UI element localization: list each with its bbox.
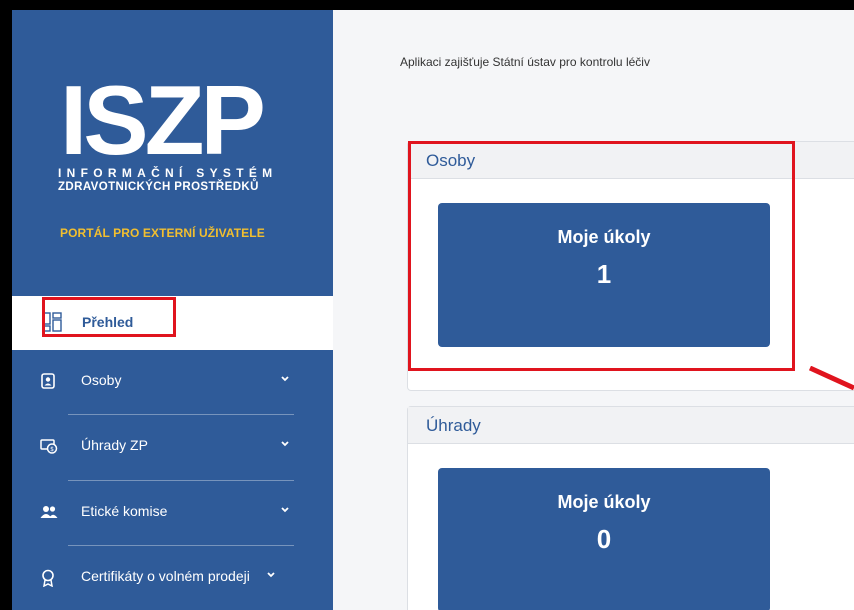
sidebar-item-label: Certifikáty o volném prodeji xyxy=(81,568,250,584)
panel-uhrady: Úhrady Moje úkoly 0 xyxy=(407,406,854,610)
users-icon xyxy=(40,504,58,520)
chevron-down-icon xyxy=(280,503,290,517)
chevron-down-icon xyxy=(266,568,276,582)
panel-header: Úhrady xyxy=(408,407,854,444)
logo-wordmark: ISZP xyxy=(60,65,266,175)
portal-label: PORTÁL PRO EXTERNÍ UŽIVATELE xyxy=(60,226,265,240)
app-frame: ISZP INFORMAČNÍ SYSTÉM ZDRAVOTNICKÝCH PR… xyxy=(12,10,854,610)
task-count: 0 xyxy=(596,524,612,554)
app-notice: Aplikaci zajišťuje Státní ústav pro kont… xyxy=(400,55,650,69)
sidebar-item-label: Osoby xyxy=(81,372,122,388)
svg-text:$: $ xyxy=(50,446,54,453)
annotation-arrow xyxy=(808,366,854,391)
sidebar-item-certifikaty[interactable]: Certifikáty o volném prodeji xyxy=(12,546,333,610)
chevron-down-icon xyxy=(280,437,290,451)
money-icon: $ xyxy=(40,438,58,454)
highlight-box-osoby xyxy=(408,141,795,371)
certificate-icon xyxy=(40,569,56,588)
chevron-down-icon xyxy=(280,372,290,386)
sidebar-item-osoby[interactable]: Osoby xyxy=(12,350,333,414)
my-tasks-card[interactable]: Moje úkoly 0 xyxy=(438,468,770,610)
card-title: Moje úkoly xyxy=(557,492,651,512)
sidebar-item-eticke-komise[interactable]: Etické komise xyxy=(12,481,333,545)
iszp-logo: ISZP INFORMAČNÍ SYSTÉM ZDRAVOTNICKÝCH PR… xyxy=(58,65,288,193)
sidebar-item-uhrady-zp[interactable]: $ Úhrady ZP xyxy=(12,415,333,479)
sidebar-item-label: Etické komise xyxy=(81,503,168,519)
panel-title: Úhrady xyxy=(426,416,481,435)
logo-subtitle-2: ZDRAVOTNICKÝCH PROSTŘEDKŮ xyxy=(58,181,259,193)
logo-subtitle-1: INFORMAČNÍ SYSTÉM xyxy=(58,166,278,180)
sidebar-item-label: Úhrady ZP xyxy=(81,437,148,453)
highlight-box-prehled xyxy=(42,297,176,337)
person-document-icon xyxy=(40,373,56,389)
